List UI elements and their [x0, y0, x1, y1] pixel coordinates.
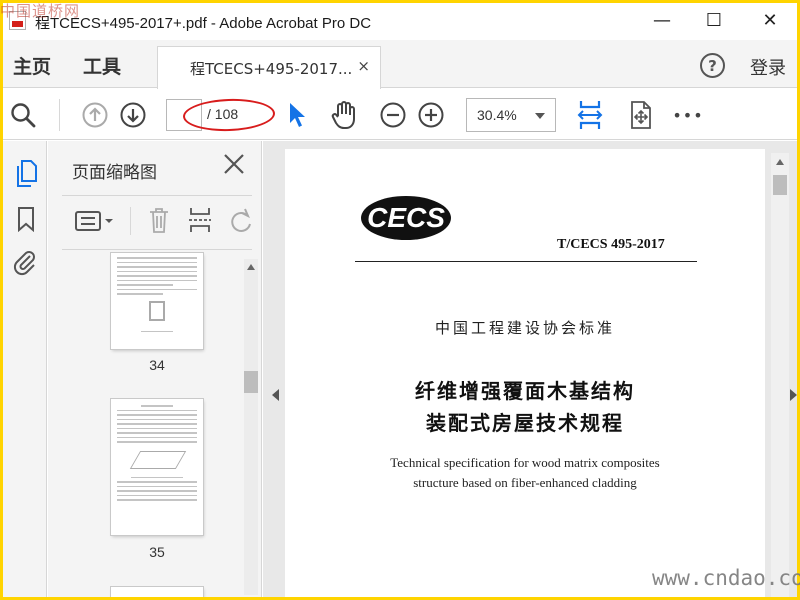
page-fit-tool-icon[interactable]: [625, 99, 655, 131]
insert-page-icon[interactable]: [186, 205, 214, 235]
thumbnails-scrollbar[interactable]: [244, 259, 258, 595]
scrollbar-thumb[interactable]: [244, 371, 258, 393]
more-tools-icon[interactable]: •••: [672, 103, 703, 127]
page-thumbnail-36[interactable]: [111, 587, 203, 597]
maximize-button[interactable]: ☐: [691, 3, 737, 38]
page-thumbnail-35[interactable]: [111, 399, 203, 535]
attachments-icon[interactable]: [11, 247, 39, 277]
title-cn-line2: 装配式房屋技术规程: [426, 411, 624, 435]
watermark-top: 中国道桥网: [0, 2, 81, 20]
rotate-page-icon[interactable]: [228, 205, 254, 235]
previous-page-icon[interactable]: [81, 101, 109, 129]
delete-page-icon[interactable]: [146, 205, 172, 235]
watermark-bottom: www.cndao.com: [652, 566, 800, 590]
help-icon[interactable]: ?: [700, 53, 725, 78]
document-tab[interactable]: 程TCECS+495-2017... ×: [157, 46, 381, 89]
thumbnail-figure: [149, 300, 165, 321]
thumbnail-page-number: 34: [149, 357, 165, 373]
navigation-rail: [3, 141, 47, 597]
thumbnail-options-icon[interactable]: [74, 207, 116, 235]
window-title: 程TCECS+495-2017+.pdf - Adobe Acrobat Pro…: [35, 15, 372, 32]
page-thumbnails-icon[interactable]: [13, 159, 39, 189]
zoom-in-icon[interactable]: [417, 101, 445, 129]
thumbnail-page-number: 35: [149, 544, 165, 560]
bookmark-icon[interactable]: [15, 205, 37, 233]
document-tab-label: 程TCECS+495-2017...: [190, 60, 353, 78]
zoom-out-icon[interactable]: [379, 101, 407, 129]
header-rule: [355, 261, 697, 262]
panel-title: 页面缩略图: [72, 163, 157, 183]
logo-text: CECS: [367, 202, 445, 233]
collapse-left-icon[interactable]: [272, 389, 279, 401]
pdf-page: CECS T/CECS 495-2017 中国工程建设协会标准 纤维增强覆面木基…: [285, 149, 765, 597]
tools-menu[interactable]: 工具: [83, 52, 121, 79]
chevron-down-icon: [535, 113, 545, 119]
close-window-button[interactable]: ✕: [747, 3, 793, 38]
select-pointer-icon[interactable]: [286, 100, 308, 130]
thumbnail-figure: [129, 450, 187, 469]
menu-bar: 主页 工具 程TCECS+495-2017... × ? 登录: [3, 40, 797, 89]
expand-right-icon[interactable]: [790, 389, 797, 401]
standard-code: T/CECS 495-2017: [557, 237, 665, 252]
toolbar: / 108 30.4% •••: [3, 89, 797, 140]
panel-divider: [62, 195, 252, 196]
document-view: CECS T/CECS 495-2017 中国工程建设协会标准 纤维增强覆面木基…: [263, 141, 797, 597]
scroll-up-icon[interactable]: [776, 159, 784, 165]
hand-tool-icon[interactable]: [329, 99, 359, 131]
page-thumbnail-34[interactable]: [111, 253, 203, 349]
close-tab-icon[interactable]: ×: [357, 57, 370, 75]
page-thumbnails-panel: 页面缩略图 34 35: [48, 141, 262, 597]
fit-page-width-icon[interactable]: [575, 98, 605, 132]
zoom-level-select[interactable]: 30.4%: [466, 98, 556, 132]
next-page-icon[interactable]: [119, 101, 147, 129]
toolbar-separator: [59, 99, 60, 131]
title-bar: 程TCECS+495-2017+.pdf - Adobe Acrobat Pro…: [3, 3, 797, 38]
scrollbar-thumb[interactable]: [773, 175, 787, 195]
title-cn-line1: 纤维增强覆面木基结构: [415, 379, 635, 403]
cecs-logo-icon: CECS: [361, 196, 451, 240]
home-menu[interactable]: 主页: [13, 52, 51, 79]
search-icon[interactable]: [9, 101, 37, 129]
title-en-line2: structure based on fiber-enhanced claddi…: [413, 475, 637, 490]
title-en-line1: Technical specification for wood matrix …: [390, 455, 660, 470]
login-button[interactable]: 登录: [750, 54, 786, 80]
panel-separator: [130, 207, 131, 235]
zoom-level-value: 30.4%: [477, 107, 517, 123]
document-scrollbar[interactable]: [771, 153, 789, 597]
acrobat-window: 程TCECS+495-2017+.pdf - Adobe Acrobat Pro…: [3, 3, 797, 597]
close-panel-icon[interactable]: [222, 152, 246, 183]
scroll-up-icon[interactable]: [247, 264, 255, 270]
association-name: 中国工程建设协会标准: [434, 319, 615, 337]
minimize-button[interactable]: —: [639, 3, 685, 38]
panel-divider: [62, 249, 252, 250]
